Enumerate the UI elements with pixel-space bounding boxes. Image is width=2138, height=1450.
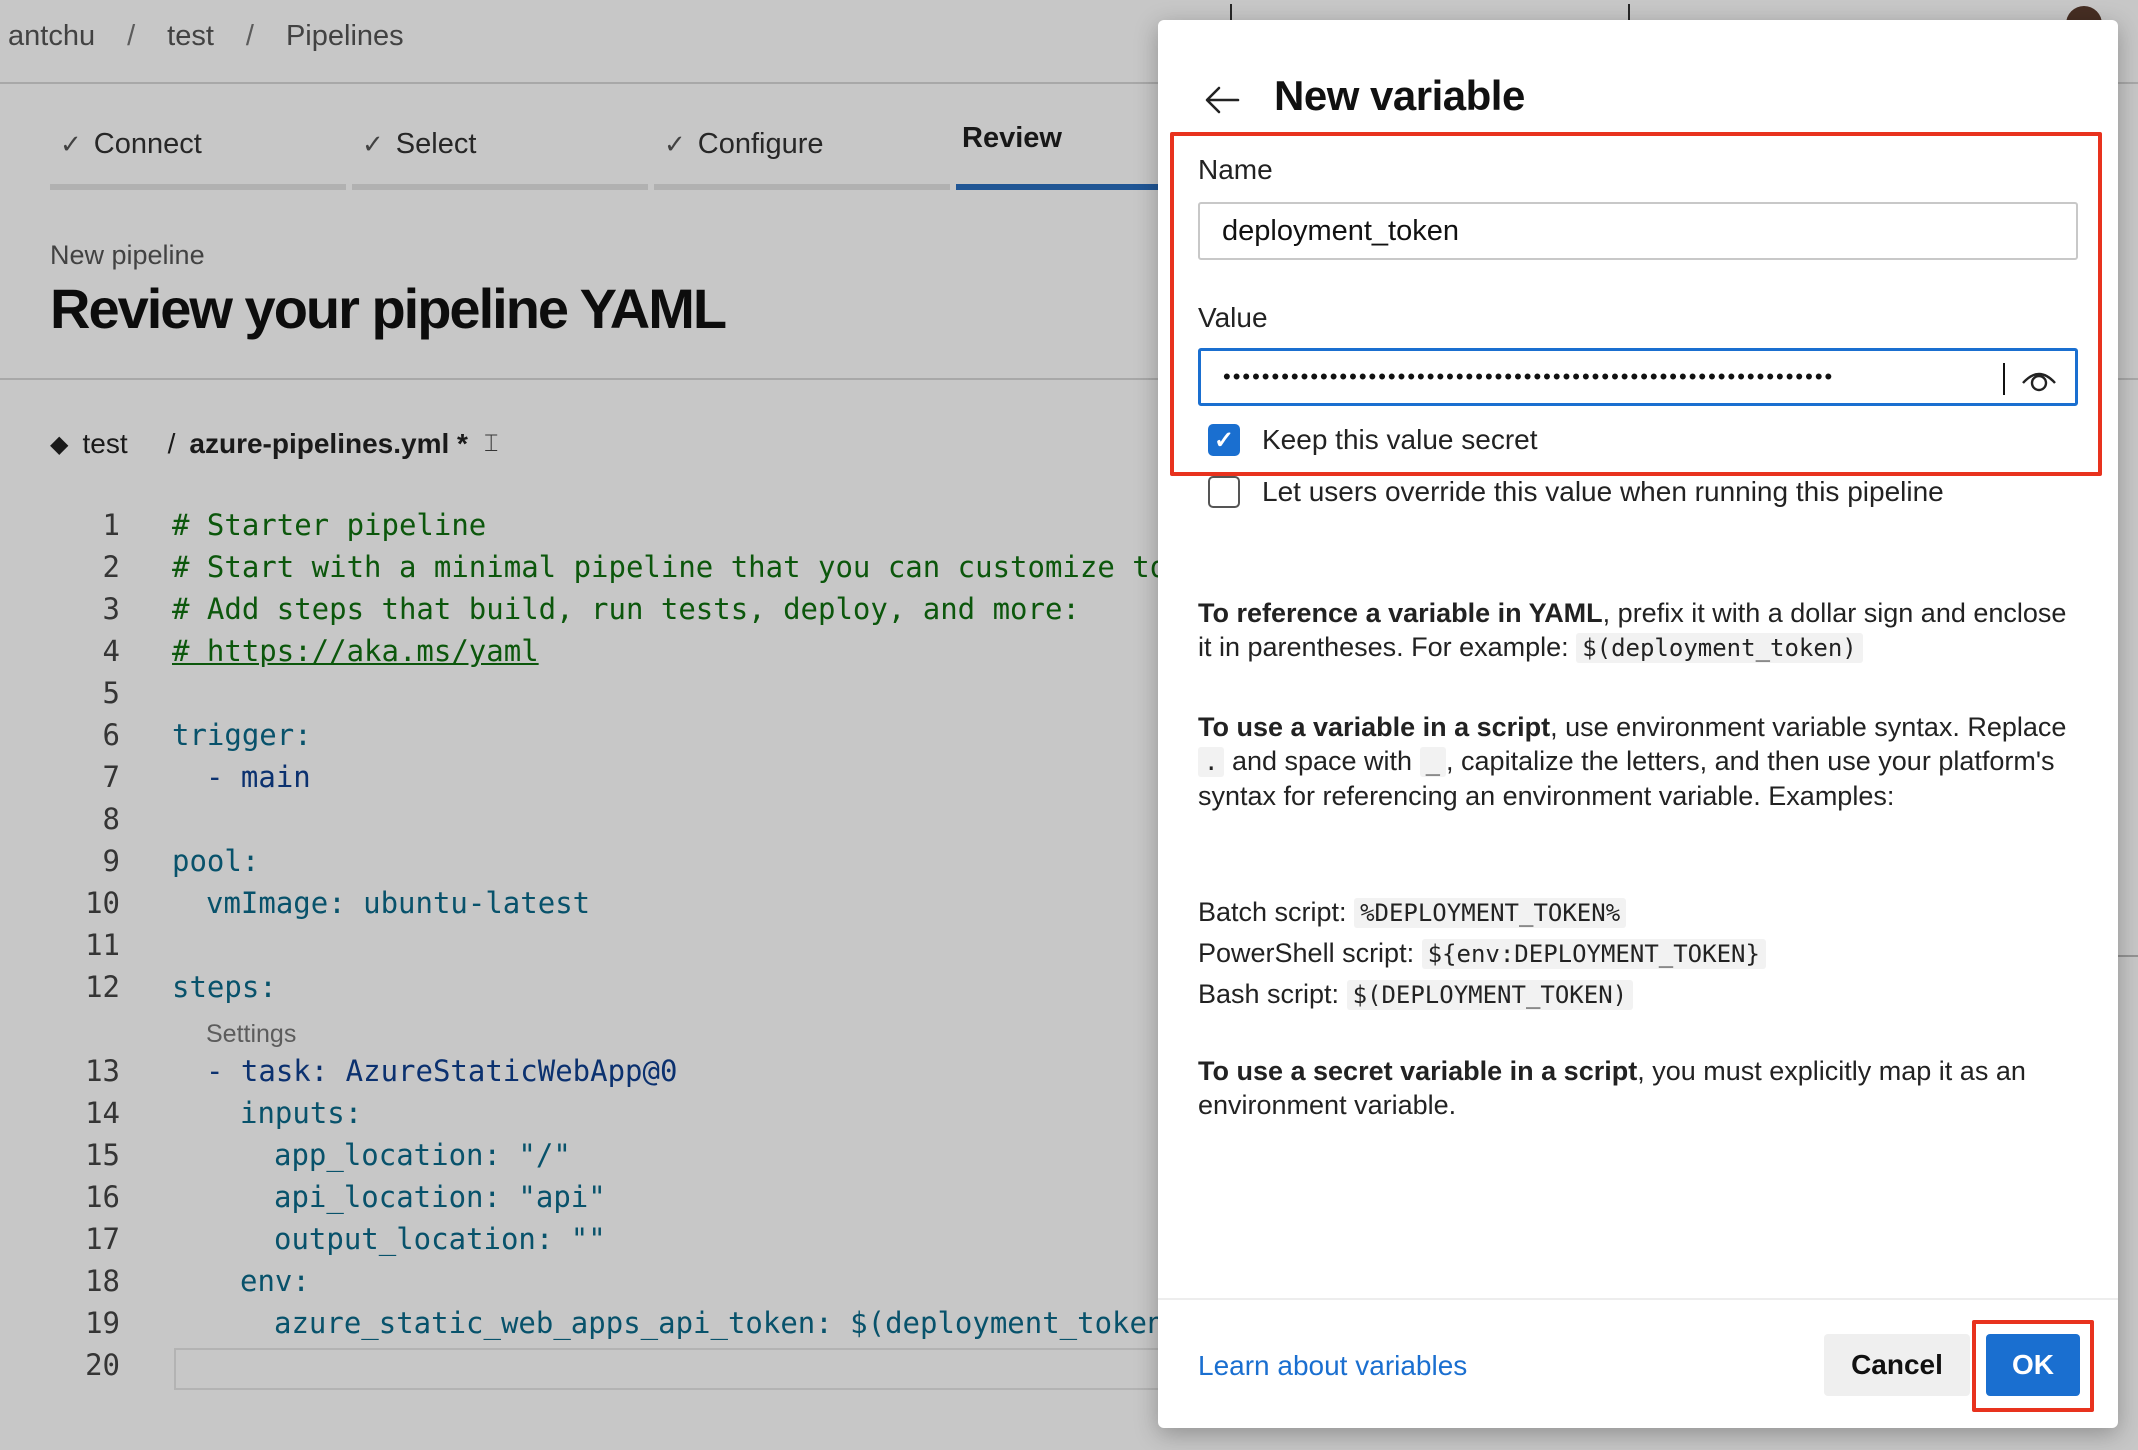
example-label: PowerShell script:: [1198, 938, 1422, 968]
new-variable-panel: New variable Name deployment_token Value…: [1158, 20, 2118, 1428]
override-label: Let users override this value when runni…: [1262, 476, 1944, 507]
help-examples: Batch script: %DEPLOYMENT_TOKEN% PowerSh…: [1198, 892, 2078, 1015]
text-caret: [2003, 363, 2005, 395]
keep-secret-label: Keep this value secret: [1262, 424, 1538, 455]
example-label: Batch script:: [1198, 897, 1355, 927]
eye-icon[interactable]: [2021, 363, 2057, 395]
example-powershell: PowerShell script: ${env:DEPLOYMENT_TOKE…: [1198, 933, 2078, 974]
name-input-value: deployment_token: [1222, 214, 1459, 247]
example-batch: Batch script: %DEPLOYMENT_TOKEN%: [1198, 892, 2078, 933]
help-reference-title: To reference a variable in YAML: [1198, 598, 1603, 628]
help-reference: To reference a variable in YAML, prefix …: [1198, 596, 2078, 665]
code-example: _: [1419, 747, 1447, 777]
footer-divider: [1158, 1298, 2118, 1300]
value-input-masked: ••••••••••••••••••••••••••••••••••••••••…: [1223, 364, 1835, 389]
code-example: .: [1198, 747, 1225, 777]
help-text: , use environment variable syntax. Repla…: [1550, 712, 2067, 742]
name-input[interactable]: deployment_token: [1198, 202, 2078, 260]
override-checkbox[interactable]: [1208, 476, 1240, 508]
help-script: To use a variable in a script, use envir…: [1198, 710, 2078, 813]
arrow-left-icon: [1204, 80, 1240, 125]
keep-secret-row[interactable]: ✓ Keep this value secret: [1208, 424, 1538, 456]
dialog-title: New variable: [1274, 72, 1525, 119]
back-button[interactable]: [1198, 78, 1246, 126]
help-secret-title: To use a secret variable in a script: [1198, 1056, 1638, 1086]
help-secret: To use a secret variable in a script, yo…: [1198, 1054, 2078, 1122]
name-label: Name: [1198, 154, 1273, 185]
override-row[interactable]: Let users override this value when runni…: [1208, 476, 1944, 508]
value-label: Value: [1198, 302, 1268, 333]
cancel-button[interactable]: Cancel: [1824, 1334, 1970, 1396]
value-input[interactable]: ••••••••••••••••••••••••••••••••••••••••…: [1198, 348, 2078, 406]
keep-secret-checkbox[interactable]: ✓: [1208, 424, 1240, 456]
code-example: $(deployment_token): [1576, 633, 1863, 663]
learn-about-variables-link[interactable]: Learn about variables: [1198, 1350, 1467, 1382]
code-example: $(DEPLOYMENT_TOKEN): [1346, 980, 1634, 1010]
ok-button[interactable]: OK: [1986, 1334, 2080, 1396]
code-example: ${env:DEPLOYMENT_TOKEN}: [1421, 939, 1766, 969]
code-example: %DEPLOYMENT_TOKEN%: [1354, 898, 1627, 928]
example-label: Bash script:: [1198, 979, 1347, 1009]
help-script-title: To use a variable in a script: [1198, 712, 1551, 742]
example-bash: Bash script: $(DEPLOYMENT_TOKEN): [1198, 974, 2078, 1015]
help-text: and space with: [1224, 746, 1420, 776]
